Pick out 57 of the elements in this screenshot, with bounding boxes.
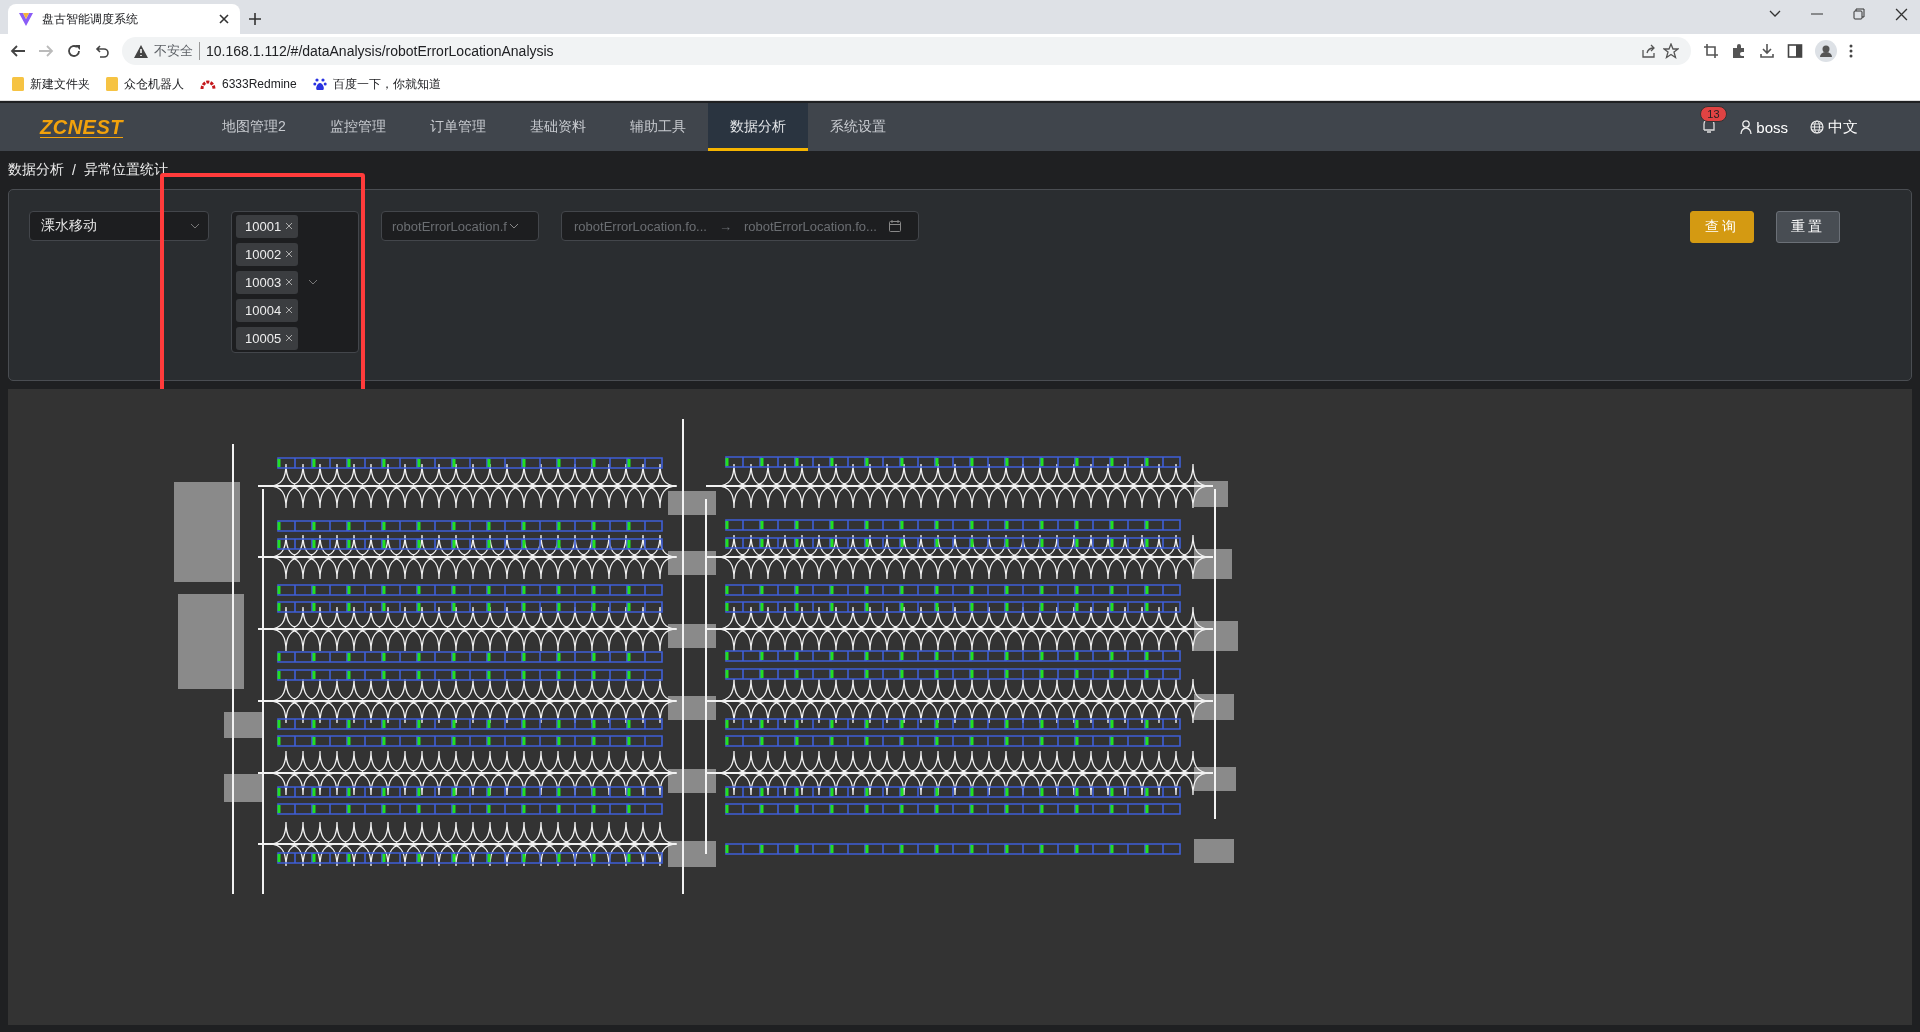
site-select[interactable]: 溧水移动	[29, 211, 209, 241]
nav-tab[interactable]: 监控管理	[307, 103, 408, 151]
tab-title: 盘古智能调度系统	[42, 10, 139, 28]
side-panel-icon[interactable]	[1787, 43, 1803, 59]
breadcrumb-separator: /	[72, 162, 76, 178]
nav-tab[interactable]: 地图管理2	[200, 103, 308, 151]
undo-icon[interactable]	[94, 43, 110, 59]
nav-tab[interactable]: 数据分析	[707, 103, 808, 151]
nav-tab[interactable]: 基础资料	[507, 103, 608, 151]
reload-icon[interactable]	[66, 43, 82, 59]
tab-list-icon[interactable]	[1769, 10, 1781, 18]
bookmark[interactable]: 新建文件夹	[12, 75, 90, 93]
notification-badge: 13	[1700, 106, 1727, 122]
nav-tab[interactable]: 订单管理	[407, 103, 508, 151]
calendar-icon	[888, 220, 901, 232]
language-label[interactable]: 中文	[1828, 117, 1858, 137]
security-label: 不安全	[154, 42, 200, 60]
warning-icon	[134, 44, 148, 58]
robot-tag: 10005	[236, 326, 299, 350]
chevron-down-icon	[190, 223, 200, 229]
bookmark[interactable]: 6333Redmine	[200, 77, 297, 91]
app-logo-icon	[18, 11, 34, 27]
avatar-icon[interactable]	[1815, 40, 1837, 62]
close-icon[interactable]	[218, 13, 230, 25]
new-tab-icon[interactable]	[248, 12, 262, 26]
folder-icon	[106, 77, 118, 91]
bookmark[interactable]: 百度一下，你就知道	[312, 75, 441, 93]
arch-icon	[200, 78, 216, 90]
brand-logo[interactable]: ZCNEST	[40, 116, 123, 138]
menu-icon[interactable]	[1849, 44, 1853, 58]
bookmark[interactable]: 众仓机器人	[106, 75, 184, 93]
robot-tag: 10004	[236, 298, 299, 322]
folder-icon	[12, 77, 24, 91]
restore-icon[interactable]	[1853, 8, 1865, 20]
url-text: 10.168.1.112/#/dataAnalysis/robotErrorLocationAnalysis	[206, 43, 554, 59]
user-icon	[1740, 120, 1753, 134]
globe-icon	[1810, 120, 1824, 134]
robot-tag: 10003	[236, 270, 299, 294]
nav-tab[interactable]: 系统设置	[807, 103, 908, 151]
browser-tab[interactable]: 盘古智能调度系统	[8, 4, 240, 34]
nav-tab[interactable]: 辅助工具	[607, 103, 708, 151]
back-icon[interactable]	[10, 43, 26, 59]
user-name[interactable]: boss	[1756, 118, 1788, 136]
breadcrumb-item[interactable]: 数据分析	[8, 161, 64, 179]
chevron-down-icon	[508, 223, 519, 229]
robot-tag: 10001	[236, 214, 299, 238]
close-icon[interactable]	[1895, 7, 1908, 21]
share-icon[interactable]	[1641, 43, 1657, 59]
download-icon[interactable]	[1759, 43, 1775, 59]
address-bar[interactable]: 不安全 10.168.1.112/#/dataAnalysis/robotErrorLocationAnalysis	[122, 37, 1691, 65]
chevron-down-icon	[308, 279, 319, 285]
puzzle-icon[interactable]	[1731, 43, 1747, 59]
paw-icon	[312, 77, 327, 91]
robot-tag: 10002	[236, 242, 299, 266]
reset-button[interactable]: 重置	[1776, 211, 1840, 243]
star-icon[interactable]	[1663, 43, 1679, 59]
crop-icon[interactable]	[1703, 43, 1719, 59]
